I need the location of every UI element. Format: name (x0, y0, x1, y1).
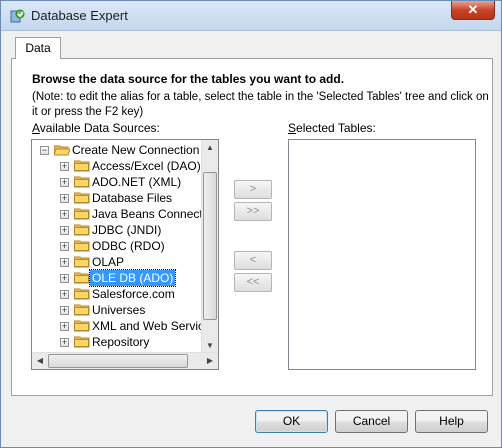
tree-item-label: Access/Excel (DAO) (92, 159, 201, 173)
tree-item[interactable]: + ODBC (RDO) (32, 238, 202, 254)
expand-icon[interactable]: + (60, 274, 69, 283)
folder-icon (73, 272, 90, 284)
scroll-right-icon[interactable]: ▶ (202, 353, 218, 369)
close-button[interactable]: ✕ (451, 1, 495, 20)
tree-item[interactable]: + Database Files (32, 190, 202, 206)
tree-horizontal-scrollbar[interactable]: ◀ ▶ (32, 352, 218, 369)
expand-icon[interactable]: + (60, 322, 69, 331)
database-expert-icon (10, 9, 25, 23)
expand-icon[interactable]: + (60, 226, 69, 235)
tree-item[interactable]: + XML and Web Services (32, 318, 217, 334)
close-icon: ✕ (467, 2, 479, 17)
tree-item-label: ODBC (RDO) (92, 239, 165, 253)
folder-open-icon (53, 144, 71, 156)
expand-icon[interactable]: + (60, 210, 69, 219)
tree-item[interactable]: + Access/Excel (DAO) (32, 158, 202, 174)
tab-data[interactable]: Data (15, 37, 61, 59)
expand-icon[interactable]: + (60, 242, 69, 251)
remove-table-button[interactable]: < (234, 251, 272, 270)
folder-icon (73, 176, 90, 188)
tree-item-label: Create New Connection (72, 143, 200, 157)
tree-item-label: OLE DB (ADO) (88, 269, 177, 287)
tree-item-label: Repository (92, 335, 150, 349)
horizontal-scroll-thumb[interactable] (48, 354, 188, 368)
folder-icon (73, 304, 90, 316)
panel-heading: Browse the data source for the tables yo… (32, 72, 345, 86)
cancel-button[interactable]: Cancel (335, 410, 408, 433)
tree-item[interactable]: + OLE DB (ADO) (32, 269, 202, 287)
tree-vertical-scrollbar[interactable]: ▲ ▼ (201, 140, 218, 354)
tree-item[interactable]: + Java Beans Connectivit (32, 206, 217, 222)
data-tab-panel: Browse the data source for the tables yo… (11, 58, 493, 396)
tree-item-label: ADO.NET (XML) (92, 175, 182, 189)
expand-icon[interactable]: + (60, 194, 69, 203)
tree-item[interactable]: + Salesforce.com (32, 286, 202, 302)
tree-item[interactable]: + Repository (32, 334, 202, 350)
add-table-button[interactable]: > (234, 180, 272, 199)
expand-icon[interactable]: + (60, 338, 69, 347)
scroll-up-icon[interactable]: ▲ (202, 140, 218, 156)
expand-icon[interactable]: + (60, 258, 69, 267)
folder-icon (73, 224, 90, 236)
add-all-tables-button[interactable]: >> (234, 202, 272, 221)
expand-icon[interactable]: + (60, 178, 69, 187)
expand-icon[interactable]: + (60, 306, 69, 315)
folder-icon (73, 256, 90, 268)
tree-root-create-new-connection[interactable]: − Create New Connection (32, 142, 202, 158)
tree-item[interactable]: + Universes (32, 302, 202, 318)
tree-item[interactable]: + ADO.NET (XML) (32, 174, 202, 190)
expand-icon[interactable]: + (60, 290, 69, 299)
available-sources-tree[interactable]: − Create New Connection + Access/Excel (DAO… (31, 139, 219, 370)
folder-icon (73, 208, 90, 220)
tree-item-label: Salesforce.com (92, 287, 175, 301)
folder-icon (73, 288, 90, 300)
help-button[interactable]: Help (415, 410, 488, 433)
vertical-scroll-thumb[interactable] (203, 172, 217, 320)
alias-note: (Note: to edit the alias for a table, se… (32, 91, 489, 118)
tree-item-label: Universes (92, 303, 146, 317)
folder-icon (73, 160, 90, 172)
selected-tables-label: Selected Tables: (288, 121, 376, 135)
folder-icon (73, 192, 90, 204)
tree-item-label: JDBC (JNDI) (92, 223, 162, 237)
tree-item-label: Java Beans Connectivit (92, 207, 218, 221)
tree-item-label: OLAP (92, 255, 125, 269)
folder-icon (73, 240, 90, 252)
tree-item[interactable]: + JDBC (JNDI) (32, 222, 202, 238)
ok-button[interactable]: OK (255, 410, 328, 433)
collapse-icon[interactable]: − (40, 146, 49, 155)
folder-icon (73, 336, 90, 348)
tab-label: Data (25, 41, 51, 55)
title-bar[interactable]: Database Expert ✕ (1, 1, 501, 31)
selected-tables-list[interactable] (288, 139, 476, 370)
tree-item-label: XML and Web Services (92, 319, 217, 333)
expand-icon[interactable]: + (60, 162, 69, 171)
scroll-left-icon[interactable]: ◀ (32, 353, 48, 369)
available-sources-label: Available Data Sources: (32, 121, 160, 135)
window-title: Database Expert (31, 8, 128, 23)
tree-item-label: Database Files (92, 191, 173, 205)
database-expert-dialog: Database Expert ✕ Data Browse the data s… (0, 0, 502, 448)
tree-item[interactable]: + OLAP (32, 254, 202, 270)
folder-icon (73, 320, 90, 332)
remove-all-tables-button[interactable]: << (234, 273, 272, 292)
